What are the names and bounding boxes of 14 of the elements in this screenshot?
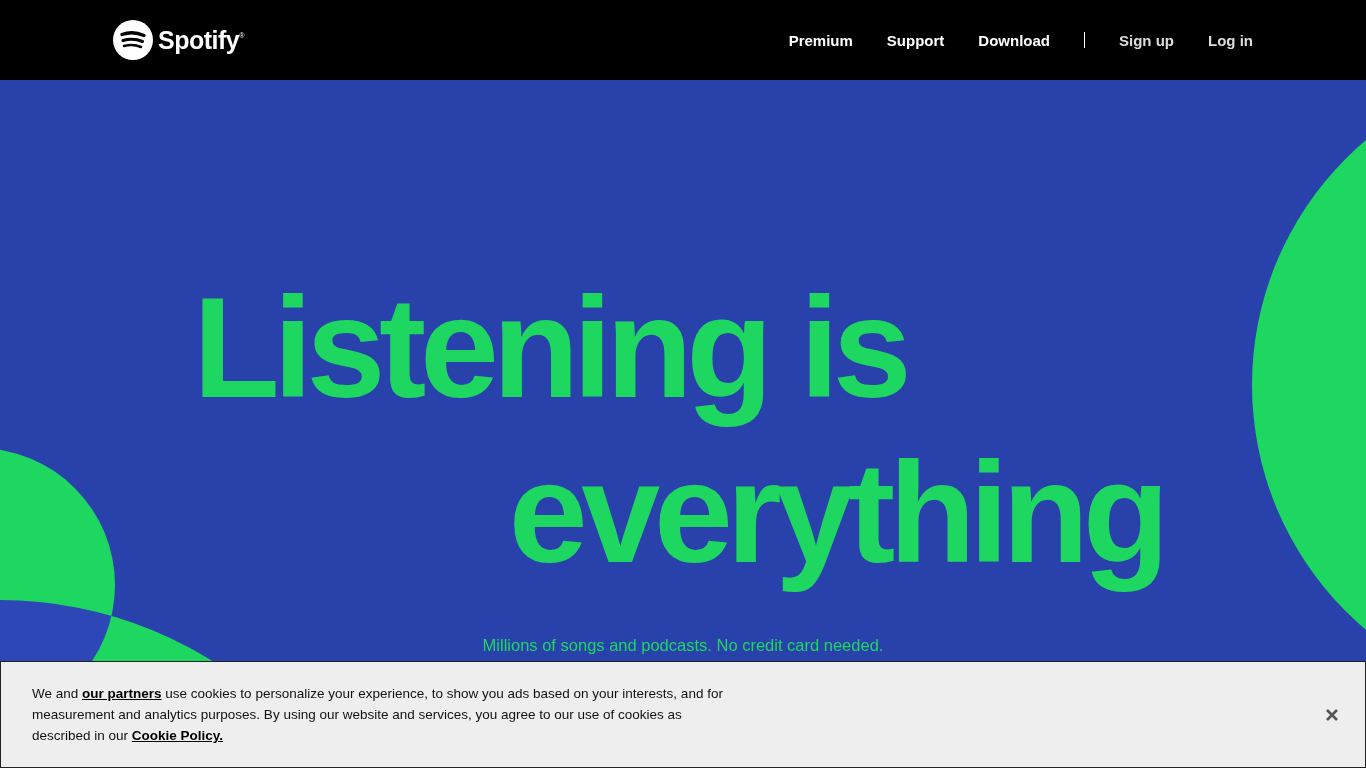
- headline: everything: [507, 432, 1163, 594]
- nav-link[interactable]: Premium: [788, 31, 853, 49]
- cookie-notice-text: We and our partners use cookies to personalize your experience, to show you ads based on your interests, and for measurement and analytics purposes. By using our website and services, you agree to our use of cookies as described in our Cookie Policy.: [32, 685, 724, 745]
- policy-link[interactable]: our partners: [82, 686, 162, 701]
- subtitle: Millions of songs and podcasts. No credit card needed.: [481, 636, 885, 655]
- brand-name[interactable]: Spotify: [158, 25, 240, 55]
- close-icon[interactable]: [1325, 707, 1339, 722]
- policy-link[interactable]: Cookie Policy.: [131, 728, 224, 743]
- nav-link[interactable]: Download: [978, 31, 1050, 49]
- headline: Listening is: [193, 267, 907, 429]
- nav-link[interactable]: Support: [886, 31, 945, 49]
- account-link[interactable]: Log in: [1208, 31, 1253, 49]
- account-link[interactable]: Sign up: [1119, 31, 1174, 49]
- logo-icon[interactable]: [113, 20, 153, 60]
